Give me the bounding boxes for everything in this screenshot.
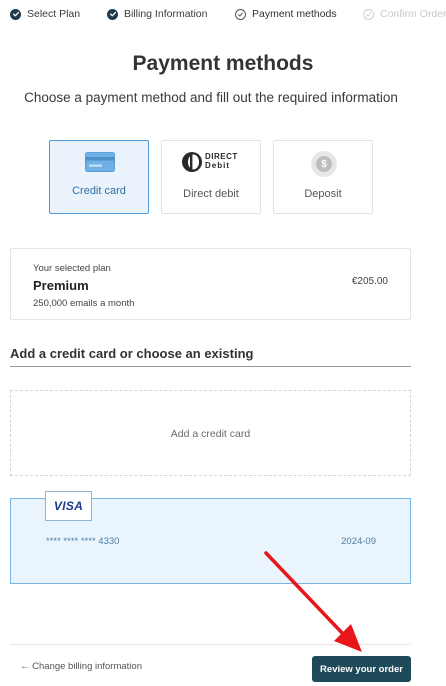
method-deposit[interactable]: $ Deposit bbox=[273, 140, 373, 214]
plan-name: Premium bbox=[33, 278, 89, 293]
step-label: Confirm Order bbox=[380, 8, 446, 20]
add-credit-card-label: Add a credit card bbox=[170, 428, 251, 440]
selected-plan-caption: Your selected plan bbox=[33, 263, 111, 274]
dollar-coin-icon: $ bbox=[311, 151, 337, 177]
method-credit-card[interactable]: Credit card bbox=[49, 140, 149, 214]
change-billing-information-link[interactable]: ← Change billing information bbox=[20, 661, 142, 672]
card-expiry: 2024-09 bbox=[341, 536, 376, 547]
page-title: Payment methods bbox=[132, 52, 314, 75]
check-circle-icon bbox=[107, 8, 118, 20]
card-number: **** **** **** 4330 bbox=[46, 536, 120, 547]
divider bbox=[10, 366, 411, 367]
step-billing-information[interactable]: Billing Information bbox=[107, 7, 207, 21]
review-order-button[interactable]: Review your order bbox=[312, 656, 411, 682]
credit-card-icon bbox=[85, 152, 115, 172]
method-label: Credit card bbox=[72, 185, 126, 197]
add-credit-card-button[interactable]: Add a credit card bbox=[10, 390, 411, 476]
visa-logo: VISA bbox=[45, 491, 92, 521]
direct-debit-logo: DIRECT Debit bbox=[181, 151, 243, 173]
step-select-plan[interactable]: Select Plan bbox=[10, 7, 80, 21]
plan-description: 250,000 emails a month bbox=[33, 298, 135, 309]
divider bbox=[10, 644, 411, 645]
check-circle-icon bbox=[10, 8, 21, 20]
saved-card-visa[interactable]: VISA **** **** **** 4330 2024-09 bbox=[10, 491, 411, 584]
check-circle-outline-icon bbox=[363, 8, 374, 20]
step-label: Select Plan bbox=[27, 8, 81, 20]
section-title: Add a credit card or choose an existing bbox=[10, 346, 254, 361]
step-confirm-order: Confirm Order bbox=[363, 7, 446, 21]
check-circle-outline-icon bbox=[235, 8, 246, 20]
step-label: Billing Information bbox=[124, 8, 208, 20]
page-subtitle: Choose a payment method and fill out the… bbox=[24, 90, 398, 105]
step-payment-methods[interactable]: Payment methods bbox=[235, 7, 337, 21]
method-direct-debit[interactable]: DIRECT Debit Direct debit bbox=[161, 140, 261, 214]
method-label: Deposit bbox=[304, 188, 342, 200]
step-label: Payment methods bbox=[252, 8, 337, 20]
plan-price: €205.00 bbox=[351, 276, 388, 287]
selected-plan-summary: Your selected plan Premium 250,000 email… bbox=[10, 248, 411, 320]
method-label: Direct debit bbox=[183, 188, 239, 200]
